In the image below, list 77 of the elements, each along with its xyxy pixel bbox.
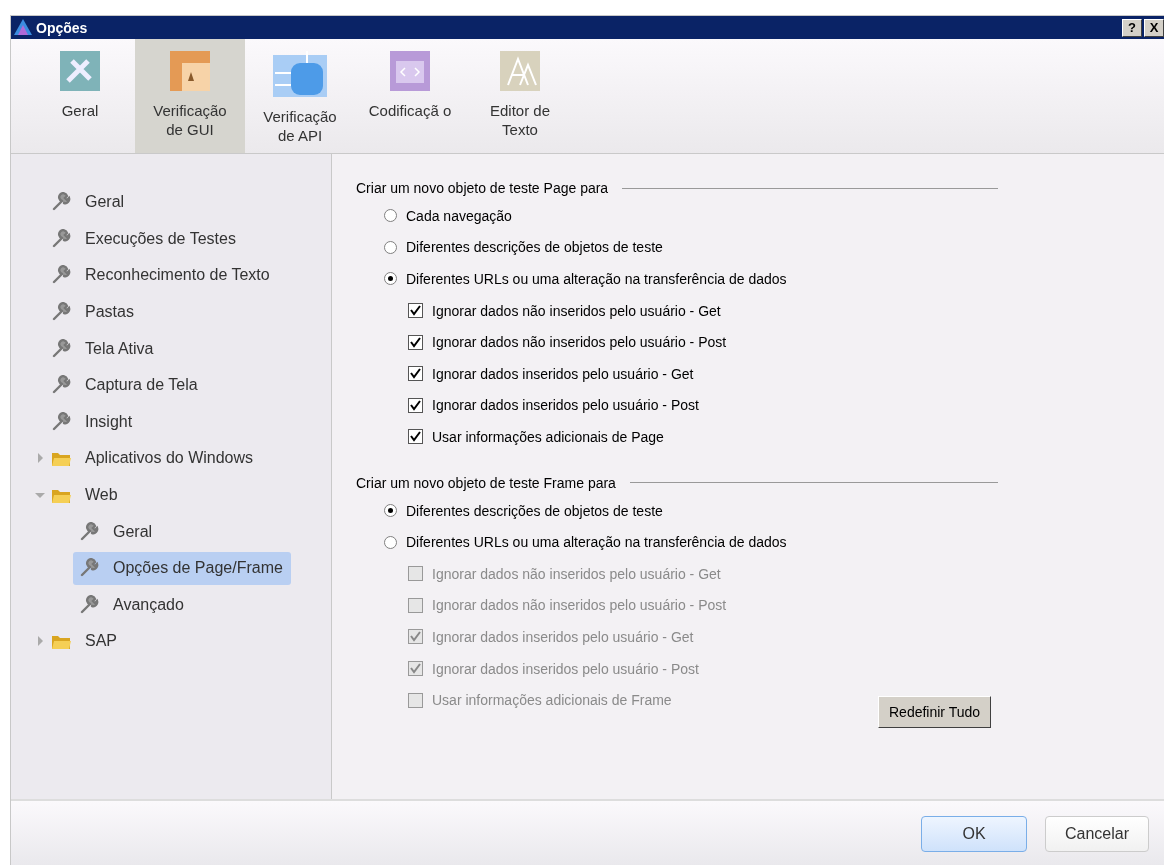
- group-heading: Criar um novo objeto de teste Page para: [356, 180, 609, 196]
- wrench-icon: [51, 411, 71, 432]
- expand-arrow-icon[interactable]: [35, 453, 45, 464]
- radio-button[interactable]: [384, 535, 397, 549]
- option-label: Ignorar dados não inseridos pelo usuário - Get: [432, 565, 721, 582]
- option-label: Ignorar dados inseridos pelo usuário - Post: [432, 660, 699, 677]
- checkbox[interactable]: [408, 334, 423, 350]
- tree-item[interactable]: Avançado: [73, 588, 192, 622]
- option-label: Usar informações adicionais de Frame: [432, 692, 672, 709]
- check-mark-icon: [410, 368, 421, 380]
- toolbar-tab[interactable]: Codificaçã o: [355, 39, 465, 153]
- tree-item[interactable]: SAP: [45, 624, 125, 658]
- option-label: Diferentes descrições de objetos de teste: [406, 502, 663, 519]
- radio-button[interactable]: [384, 240, 397, 254]
- tree-item[interactable]: Geral: [45, 185, 133, 219]
- code-window-icon: [390, 51, 430, 91]
- option-label: Ignorar dados não inseridos pelo usuário - Get: [432, 302, 721, 319]
- wrench-icon: [51, 375, 71, 396]
- option-label: Usar informações adicionais de Page: [432, 428, 664, 445]
- letters-icon: [500, 51, 540, 91]
- radio-button[interactable]: [384, 272, 397, 286]
- tree-item[interactable]: Opções de Page/Frame: [73, 551, 291, 585]
- reset-all-button[interactable]: Redefinir Tudo: [878, 696, 992, 728]
- wrench-icon: [79, 558, 99, 579]
- group-heading: Criar um novo objeto de teste Frame para: [356, 474, 616, 491]
- check-mark-icon: [410, 631, 421, 643]
- collapse-arrow-icon[interactable]: [35, 490, 45, 501]
- toolbar-tab[interactable]: Verificação de API: [245, 39, 355, 153]
- checkbox[interactable]: [408, 366, 423, 382]
- tree-item[interactable]: Pastas: [45, 295, 142, 329]
- option-label: Diferentes URLs ou uma alteração na transferência de dados: [406, 271, 787, 287]
- option-label: Ignorar dados inseridos pelo usuário - Post: [432, 397, 699, 414]
- app-logo-icon: [13, 17, 33, 38]
- option-label: Diferentes URLs ou uma alteração na transferência de dados: [406, 534, 787, 551]
- check-mark-icon: [410, 336, 421, 348]
- wrench-icon: [51, 302, 71, 323]
- ok-button[interactable]: OK: [921, 816, 1027, 852]
- toolbar-tab[interactable]: Editor de Texto: [465, 39, 575, 153]
- wrench-icon: [51, 228, 71, 249]
- window-cursor-icon: [170, 51, 210, 91]
- checkbox[interactable]: [408, 303, 423, 319]
- option-label: Ignorar dados não inseridos pelo usuário - Post: [432, 597, 727, 614]
- wrench-icon: [51, 338, 71, 359]
- tree-item[interactable]: Insight: [45, 405, 141, 439]
- toolbar-tab[interactable]: Verificação de GUI: [135, 39, 245, 153]
- wrench-icon: [51, 192, 71, 213]
- wrench-icon: [51, 265, 71, 286]
- tree-item[interactable]: Aplicativos do Windows: [45, 441, 262, 475]
- tree-item[interactable]: Captura de Tela: [45, 368, 206, 402]
- check-mark-icon: [410, 431, 421, 443]
- radio-button[interactable]: [384, 209, 397, 223]
- tools-icon: [60, 51, 100, 91]
- window-title: Opções: [36, 19, 88, 36]
- option-label: Cada navegação: [406, 207, 512, 224]
- api-blocks-icon: [273, 51, 327, 97]
- check-mark-icon: [410, 663, 421, 674]
- tree-item[interactable]: Web: [45, 478, 126, 512]
- check-mark-icon: [410, 399, 421, 411]
- wrench-icon: [79, 521, 99, 542]
- check-mark-icon: [410, 305, 421, 317]
- option-label: Ignorar dados não inseridos pelo usuário - Post: [432, 334, 727, 351]
- tree-item[interactable]: Tela Ativa: [45, 332, 162, 366]
- help-button[interactable]: ?: [1122, 18, 1142, 37]
- checkbox[interactable]: [408, 429, 423, 445]
- tree-item[interactable]: Execuções de Testes: [45, 222, 244, 256]
- option-label: Diferentes descrições de objetos de teste: [406, 239, 663, 256]
- tree-item[interactable]: Geral: [73, 515, 161, 549]
- toolbar-tab[interactable]: Geral: [25, 39, 135, 153]
- wrench-icon: [79, 594, 99, 615]
- radio-button[interactable]: [384, 504, 397, 518]
- option-label: Ignorar dados inseridos pelo usuário - Get: [432, 628, 694, 645]
- checkbox[interactable]: [408, 397, 423, 413]
- tree-item[interactable]: Reconhecimento de Texto: [45, 259, 278, 292]
- cancel-button[interactable]: Cancelar: [1045, 816, 1149, 852]
- close-button[interactable]: X: [1144, 18, 1164, 37]
- option-label: Ignorar dados inseridos pelo usuário - Get: [432, 365, 694, 382]
- expand-arrow-icon[interactable]: [35, 636, 45, 647]
